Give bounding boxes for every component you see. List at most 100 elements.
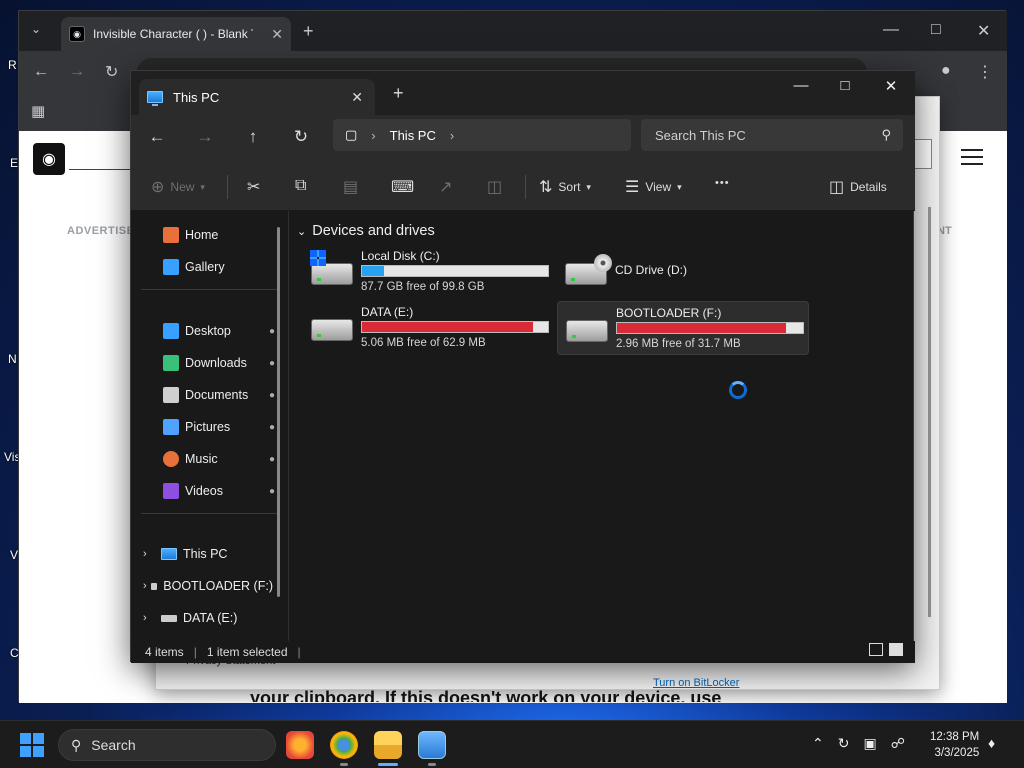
windows-drive-icon	[310, 250, 353, 285]
explorer-tab[interactable]: This PC ✕	[139, 79, 375, 115]
plus-circle-icon: ⊕	[151, 179, 165, 196]
pin-icon[interactable]: ●	[269, 358, 275, 369]
sidebar-item-pictures[interactable]: Pictures ●	[163, 419, 275, 435]
chevron-right-icon[interactable]: ›	[450, 128, 454, 143]
details-button[interactable]: ◫ Details	[829, 177, 887, 197]
new-button[interactable]: ⊕ New ▾	[151, 177, 205, 197]
tiles-view-icon[interactable]	[889, 643, 903, 656]
sidebar-item-bootloader[interactable]: › BOOTLOADER (F:)	[143, 579, 273, 593]
close-tab-icon[interactable]: ✕	[271, 26, 283, 43]
share-button[interactable]: ↗	[439, 177, 452, 197]
back-icon[interactable]: ←	[33, 63, 49, 81]
sidebar-item-label: This PC	[183, 547, 228, 561]
display-icon[interactable]: ▣	[863, 735, 876, 752]
chevron-right-icon[interactable]: ›	[143, 548, 161, 560]
site-logo-icon[interactable]: ◉	[33, 143, 65, 175]
chevron-up-icon[interactable]: ⌃	[812, 735, 824, 752]
divider: |	[297, 645, 301, 659]
pin-icon[interactable]: ●	[269, 326, 275, 337]
copy-button[interactable]: ⧉	[295, 177, 306, 195]
chrome-icon[interactable]	[330, 731, 358, 759]
up-arrow-icon[interactable]: ↑	[241, 127, 265, 147]
pin-icon[interactable]: ●	[269, 390, 275, 401]
network-icon[interactable]: ☍	[891, 735, 905, 752]
pin-icon[interactable]: ●	[269, 422, 275, 433]
drive-cd-d[interactable]: CD Drive (D:)	[561, 249, 809, 301]
paste-button[interactable]: ▤	[343, 177, 358, 197]
drive-free-space: 87.7 GB free of 99.8 GB	[361, 281, 485, 293]
sidebar-item-label: BOOTLOADER (F:)	[163, 579, 273, 593]
delete-button[interactable]: ◫	[487, 177, 502, 197]
drive-usage-bar	[361, 265, 549, 277]
forward-icon[interactable]: →	[193, 127, 217, 147]
apps-grid-icon[interactable]: ▦	[31, 102, 45, 120]
group-header-devices[interactable]: ⌄ Devices and drives	[297, 223, 435, 239]
navigation-pane: Home Gallery Desktop ● Downloads ● Docum…	[131, 211, 287, 645]
maximize-icon[interactable]: □	[931, 21, 941, 39]
drive-name: CD Drive (D:)	[615, 263, 687, 277]
drive-icon	[161, 614, 177, 622]
sidebar-item-gallery[interactable]: Gallery	[163, 259, 275, 275]
forward-icon[interactable]: →	[69, 63, 85, 81]
sidebar-item-data[interactable]: › DATA (E:)	[143, 611, 273, 625]
navigation-scrollbar[interactable]	[277, 227, 280, 597]
sync-icon[interactable]: ↻	[838, 735, 850, 752]
minimize-icon[interactable]: —	[883, 21, 899, 39]
sidebar-item-label: Desktop	[185, 324, 231, 338]
close-window-icon[interactable]: ✕	[977, 21, 990, 41]
drive-bootloader-f[interactable]: BOOTLOADER (F:) 2.96 MB free of 31.7 MB	[557, 301, 809, 355]
sidebar-item-desktop[interactable]: Desktop ●	[163, 323, 275, 339]
close-tab-icon[interactable]: ✕	[351, 89, 363, 106]
reload-icon[interactable]: ↻	[105, 62, 118, 82]
sort-button[interactable]: ⇅ Sort ▾	[539, 177, 591, 197]
sidebar-item-label: Gallery	[185, 260, 225, 274]
profile-icon[interactable]: ●	[941, 62, 951, 80]
chevron-right-icon[interactable]: ›	[143, 612, 161, 624]
search-box[interactable]: Search This PC ⚲	[641, 119, 903, 151]
clock-time: 12:38 PM	[930, 731, 980, 743]
new-tab-button[interactable]: +	[303, 21, 314, 42]
drive-data-e[interactable]: DATA (E:) 5.06 MB free of 62.9 MB	[307, 305, 555, 357]
control-panel-icon[interactable]	[418, 731, 446, 759]
sidebar-item-label: DATA (E:)	[183, 611, 238, 625]
chevron-right-icon[interactable]: ›	[143, 580, 151, 592]
address-bar[interactable]: ▢ › This PC ›	[333, 119, 631, 151]
sidebar-item-documents[interactable]: Documents ●	[163, 387, 275, 403]
clock[interactable]: 12:38 PM 3/3/2025	[930, 729, 979, 761]
breadcrumb-this-pc[interactable]: This PC	[390, 128, 436, 143]
back-icon[interactable]: ←	[145, 127, 169, 147]
clipboard-icon: ▤	[343, 179, 359, 196]
browser-menu-icon[interactable]: ⋮	[977, 62, 993, 82]
close-window-icon[interactable]: ✕	[871, 77, 911, 95]
pin-icon[interactable]: ●	[269, 454, 275, 465]
file-explorer-icon[interactable]	[374, 731, 402, 759]
browser-tab[interactable]: ◉ Invisible Character ( ) - Blank T ✕	[61, 17, 291, 51]
tab-search-chevron-icon[interactable]: ⌄	[31, 22, 41, 36]
chevron-down-icon: ▾	[586, 181, 591, 192]
cut-button[interactable]: ✂	[247, 177, 260, 197]
background-scrollbar[interactable]	[928, 207, 931, 617]
taskbar-search[interactable]: ⚲ Search	[58, 729, 276, 761]
see-more-button[interactable]: •••	[715, 177, 730, 189]
notification-bell-icon[interactable]: ♦	[988, 735, 995, 751]
sidebar-item-this-pc[interactable]: › This PC	[143, 547, 273, 561]
sidebar-item-videos[interactable]: Videos ●	[163, 483, 275, 499]
maximize-icon[interactable]: □	[825, 77, 865, 94]
running-indicator	[340, 763, 348, 766]
hamburger-menu-icon[interactable]	[961, 149, 983, 165]
sidebar-item-downloads[interactable]: Downloads ●	[163, 355, 275, 371]
new-tab-button[interactable]: +	[393, 83, 404, 104]
sidebar-item-music[interactable]: Music ●	[163, 451, 275, 467]
start-button[interactable]	[20, 733, 44, 757]
details-view-icon[interactable]	[869, 643, 883, 656]
drive-name: Local Disk (C:)	[361, 249, 440, 263]
firefox-icon[interactable]	[286, 731, 314, 759]
chevron-right-icon[interactable]: ›	[371, 128, 375, 143]
minimize-icon[interactable]: —	[781, 77, 821, 94]
pin-icon[interactable]: ●	[269, 486, 275, 497]
sidebar-item-home[interactable]: Home	[163, 227, 275, 243]
view-button[interactable]: ☰ View ▾	[625, 177, 682, 197]
refresh-icon[interactable]: ↻	[289, 127, 313, 147]
drive-local-disk-c[interactable]: Local Disk (C:) 87.7 GB free of 99.8 GB	[307, 249, 555, 301]
rename-button[interactable]: ⌨	[391, 177, 414, 197]
